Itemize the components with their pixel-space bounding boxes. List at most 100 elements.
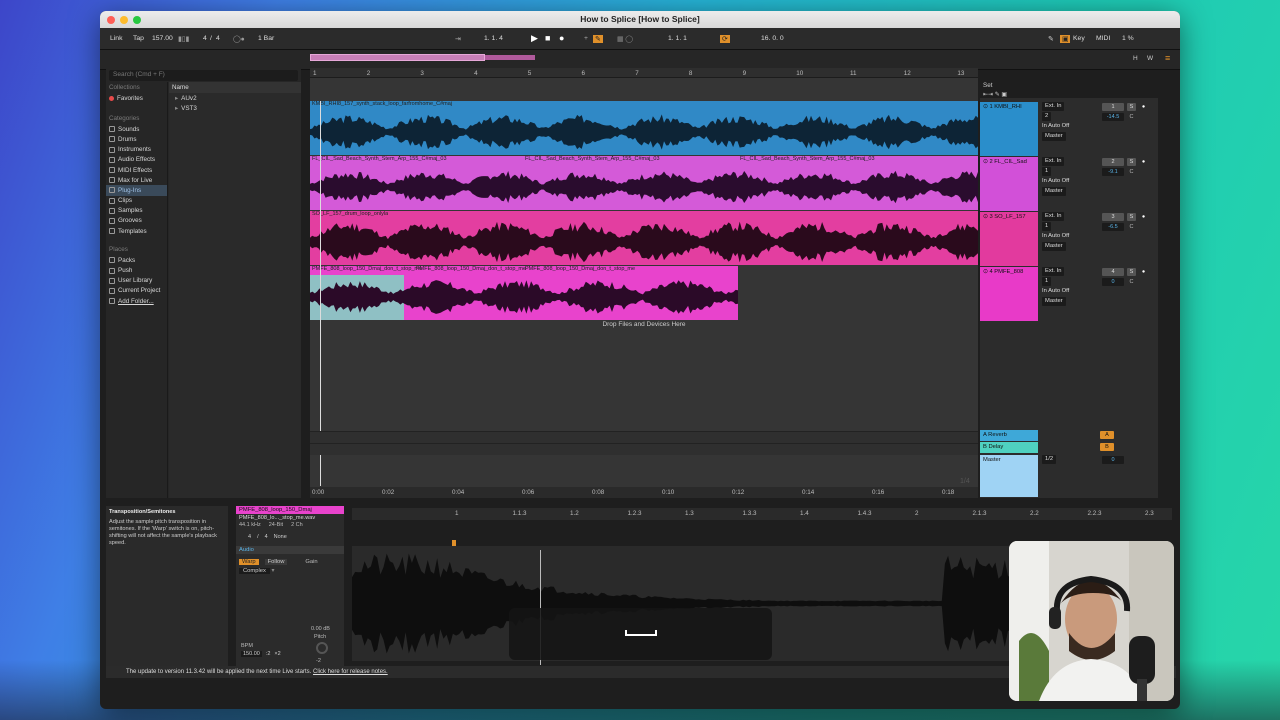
arm-button[interactable]: ●	[1139, 158, 1148, 166]
pan-field[interactable]: C	[1127, 113, 1136, 121]
sidebar-item-add-folder-[interactable]: Add Folder...	[106, 296, 167, 306]
zoom-window-button[interactable]	[133, 16, 141, 24]
key-map-button[interactable]: Key	[1073, 35, 1085, 42]
track-number[interactable]: 4	[1102, 268, 1124, 276]
overdub-icon[interactable]: +	[584, 35, 588, 42]
loop-length-field[interactable]: 16. 0. 0	[761, 35, 784, 42]
solo-button[interactable]: S	[1127, 158, 1136, 166]
input-type-select[interactable]: Ext. In	[1042, 267, 1065, 276]
double-tempo-button[interactable]: ×2	[274, 651, 280, 657]
sidebar-item-midi-effects[interactable]: MIDI Effects	[106, 165, 167, 175]
midi-map-button[interactable]: MIDI	[1096, 35, 1110, 42]
expand-arrow-icon[interactable]: ▸	[175, 95, 178, 102]
meter-numerator[interactable]: 4	[203, 35, 207, 42]
solo-button[interactable]: S	[1127, 268, 1136, 276]
track-name[interactable]: 2 FL_CIL_Sad	[989, 159, 1026, 165]
output-select[interactable]: Master	[1042, 187, 1066, 196]
volume-field[interactable]: 0	[1102, 278, 1124, 286]
record-quantize-icon[interactable]: ◯●	[233, 35, 245, 43]
clip-name-field[interactable]: PMFE_808_loop_150_Dmaj	[236, 506, 344, 514]
sidebar-item-clips[interactable]: Clips	[106, 196, 167, 206]
master-output-select[interactable]: 1/2	[1042, 455, 1057, 464]
master-volume-field[interactable]: 0	[1102, 456, 1124, 464]
input-channel-select[interactable]: 1	[1042, 167, 1052, 176]
sidebar-item-instruments[interactable]: Instruments	[106, 145, 167, 155]
send-a-button[interactable]: A	[1100, 431, 1114, 439]
follow-arrow-icon[interactable]: ⇥	[455, 35, 461, 43]
browser-item-auv2[interactable]: ▸ AUv2	[169, 93, 301, 103]
tempo-field[interactable]: 157.00	[152, 35, 173, 42]
play-button[interactable]: ▶	[531, 33, 538, 44]
output-select[interactable]: Master	[1042, 242, 1066, 251]
link-button[interactable]: Link	[110, 35, 122, 42]
monitor-select[interactable]: In Auto Off	[1042, 122, 1069, 131]
pitch-knob[interactable]	[316, 642, 328, 654]
sidebar-item-push[interactable]: Push	[106, 265, 167, 275]
bpm-field[interactable]: 150.00	[241, 651, 262, 657]
warp-mode-select[interactable]: Complex	[239, 568, 270, 574]
close-window-button[interactable]	[107, 16, 115, 24]
sidebar-item-current-project[interactable]: Current Project	[106, 286, 167, 296]
browser-item-vst3[interactable]: ▸ VST3	[169, 103, 301, 113]
capture-icon[interactable]: ▦ ◯	[617, 35, 633, 43]
track-header-3[interactable]: ⊙ 3 SO_LF_157	[980, 212, 1038, 266]
half-tempo-button[interactable]: :2	[266, 651, 271, 657]
time-ruler[interactable]: 0:00 0:02 0:04 0:06 0:08 0:10 0:12 0:14 0:16 0:18	[310, 487, 978, 498]
sidebar-item-drums[interactable]: Drums	[106, 134, 167, 144]
set-controls-icon[interactable]: ⇤⇥ ✎ ▣	[983, 91, 1007, 98]
return-lane-a[interactable]	[310, 431, 978, 443]
output-select[interactable]: Master	[1042, 132, 1066, 141]
pan-field[interactable]: C	[1127, 168, 1136, 176]
signature-denominator[interactable]: 4	[265, 534, 268, 540]
follow-toggle[interactable]: Follow	[264, 559, 288, 565]
monitor-select[interactable]: In Auto Off	[1042, 232, 1069, 241]
track-number[interactable]: 3	[1102, 213, 1124, 221]
track-number[interactable]: 1	[1102, 103, 1124, 111]
quantize-menu[interactable]: 1 Bar	[258, 35, 274, 42]
sidebar-item-plug-ins[interactable]: Plug-Ins	[106, 185, 167, 196]
groove-select[interactable]: None	[274, 534, 287, 540]
key-map-icon[interactable]: ▣	[1060, 35, 1071, 43]
name-column-header[interactable]: Name	[169, 82, 301, 93]
volume-field[interactable]: -6.5	[1102, 223, 1124, 231]
track-header-4[interactable]: ⊙ 4 PMFE_808	[980, 267, 1038, 321]
pitch-value[interactable]: -2	[316, 658, 321, 664]
sidebar-item-max-for-live[interactable]: Max for Live	[106, 175, 167, 185]
gain-value[interactable]: 0.00 dB	[311, 626, 330, 632]
sidebar-item-samples[interactable]: Samples	[106, 206, 167, 216]
input-channel-select[interactable]: 1	[1042, 277, 1052, 286]
arm-button[interactable]: ●	[1139, 213, 1148, 221]
meter-denominator[interactable]: 4	[216, 35, 220, 42]
sidebar-item-templates[interactable]: Templates	[106, 226, 167, 236]
sidebar-item-sounds[interactable]: Sounds	[106, 124, 167, 134]
clip-track-3[interactable]: SO_LF_157_drum_loop_onlyla	[310, 211, 978, 265]
return-track-a[interactable]: A Reverb	[980, 430, 1038, 441]
expand-arrow-icon[interactable]: ▸	[175, 105, 178, 112]
clip-track-4[interactable]: PMFE_808_loop_150_Dmaj_don_t_stop_me PMF…	[310, 266, 738, 320]
send-b-button[interactable]: B	[1100, 443, 1114, 451]
track-name[interactable]: 3 SO_LF_157	[989, 214, 1025, 220]
browser-search-input[interactable]: Search (Cmd + F)	[109, 70, 298, 81]
stop-button[interactable]: ■	[545, 33, 550, 43]
record-button[interactable]: ●	[559, 33, 564, 43]
return-track-b[interactable]: B Delay	[980, 442, 1038, 453]
arm-button[interactable]: ●	[1139, 103, 1148, 111]
loop-start-field[interactable]: 1. 1. 1	[668, 35, 687, 42]
input-channel-select[interactable]: 1	[1042, 222, 1052, 231]
pan-field[interactable]: C	[1127, 223, 1136, 231]
minimize-window-button[interactable]	[120, 16, 128, 24]
arrangement-view[interactable]: 1 2 3 4 5 6 7 8 9 10 11 12 13 KMBI_RHI8_157_synth_st…	[310, 68, 978, 498]
arm-button[interactable]: ●	[1139, 268, 1148, 276]
overview-h-icon[interactable]: H	[1133, 55, 1138, 62]
drop-zone-text[interactable]: Drop Files and Devices Here	[310, 321, 978, 328]
output-select[interactable]: Master	[1042, 297, 1066, 306]
beat-ruler[interactable]: 1 2 3 4 5 6 7 8 9 10 11 12 13	[310, 68, 978, 78]
return-lane-b[interactable]	[310, 443, 978, 455]
metronome-icon[interactable]: ▮▯▮	[178, 35, 189, 43]
track-header-1[interactable]: ⊙ 1 KMBI_RHI	[980, 102, 1038, 156]
release-notes-link[interactable]: Click here for release notes.	[313, 669, 388, 675]
sidebar-item-packs[interactable]: Packs	[106, 255, 167, 265]
clip-track-1[interactable]: KMBI_RHI8_157_synth_stack_loop_farfromho…	[310, 101, 978, 155]
signature-numerator[interactable]: 4	[248, 534, 251, 540]
master-track[interactable]: Master	[980, 455, 1038, 497]
